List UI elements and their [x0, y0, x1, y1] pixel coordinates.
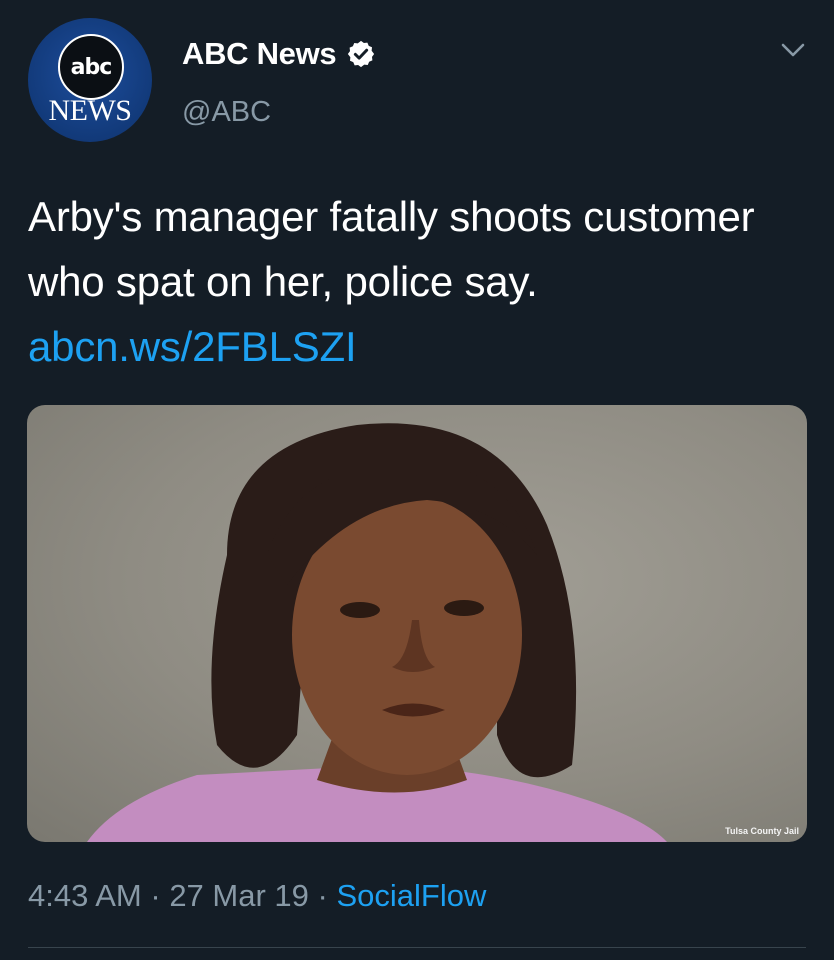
divider	[28, 947, 806, 948]
handle[interactable]: @ABC	[182, 96, 271, 129]
display-name[interactable]: ABC News	[182, 36, 337, 72]
tweet-body: Arby's manager fatally shoots customer w…	[28, 193, 755, 305]
mugshot-illustration	[87, 423, 667, 842]
abc-logo-icon: abc	[58, 34, 124, 100]
photo-watermark: Tulsa County Jail	[725, 826, 799, 836]
meta-separator: ·	[308, 878, 337, 913]
name-row: ABC News	[182, 36, 376, 72]
meta-separator: ·	[141, 878, 170, 913]
tweet-meta: 4:43 AM · 27 Mar 19 · SocialFlow	[28, 878, 486, 914]
tweet-link[interactable]: abcn.ws/2FBLSZI	[28, 323, 357, 370]
avatar[interactable]: abc NEWS	[28, 18, 152, 142]
tweet-date: 27 Mar 19	[169, 878, 309, 913]
tweet-time: 4:43 AM	[28, 878, 142, 913]
avatar-news-text: NEWS	[48, 94, 133, 127]
tweet-card: abc NEWS ABC News @ABC Arby's manager fa…	[0, 0, 834, 960]
verified-badge-icon	[348, 40, 375, 68]
tweet-text: Arby's manager fatally shoots customer w…	[28, 184, 808, 379]
tweet-photo[interactable]: Tulsa County Jail	[27, 405, 807, 842]
chevron-down-icon[interactable]	[780, 40, 806, 60]
tweet-source-link[interactable]: SocialFlow	[336, 878, 486, 913]
abc-logo-text: abc	[70, 54, 113, 80]
